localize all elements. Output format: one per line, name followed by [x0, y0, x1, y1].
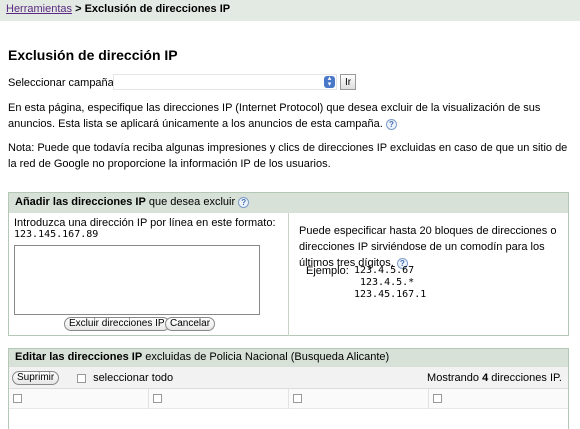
- select-all-label: seleccionar todo: [93, 372, 174, 384]
- exclude-ip-button[interactable]: Excluir direcciones IP: [64, 317, 170, 331]
- ip-cell: [149, 389, 289, 409]
- campaign-row: Seleccionar campaña:: [8, 75, 117, 91]
- help-icon[interactable]: ?: [238, 196, 250, 208]
- example-ip: 123.4.5.*: [360, 277, 415, 288]
- edit-ip-title-rest: excluidas de Policia Nacional (Busqueda …: [142, 351, 390, 363]
- go-button[interactable]: Ir: [340, 74, 356, 90]
- breadcrumb-link-herramientas[interactable]: Herramientas: [6, 3, 72, 15]
- ip-checkbox[interactable]: [153, 394, 162, 403]
- edit-ip-panel: Editar las direcciones IP excluidas de P…: [8, 348, 569, 429]
- page-title: Exclusión de dirección IP: [8, 47, 178, 63]
- example-label: Ejemplo:: [306, 265, 349, 277]
- ip-checkbox[interactable]: [433, 394, 442, 403]
- add-ip-panel: Añadir las direcciones IP que desea excl…: [8, 192, 569, 336]
- ip-address-textarea[interactable]: [14, 245, 260, 315]
- add-ip-info: Puede especificar hasta 20 bloques de di…: [299, 223, 564, 271]
- help-icon[interactable]: ?: [385, 118, 397, 130]
- ip-checkbox[interactable]: [293, 394, 302, 403]
- cancel-button[interactable]: Cancelar: [165, 317, 216, 331]
- edit-ip-title-bold: Editar las direcciones IP: [15, 351, 143, 363]
- example-ip: 123.4.5.67: [354, 265, 415, 276]
- example-ip: 123.45.167.1: [354, 289, 427, 300]
- select-all-checkbox[interactable]: [77, 373, 86, 383]
- campaign-select[interactable]: ▴ ▾: [113, 74, 337, 90]
- add-ip-panel-header: Añadir las direcciones IP que desea excl…: [9, 193, 568, 213]
- ip-checkbox[interactable]: [13, 394, 22, 403]
- showing-prefix: Mostrando: [427, 372, 483, 384]
- intro-body: En esta página, especifique las direccio…: [8, 102, 541, 130]
- edit-toolbar: Suprimir seleccionar todo Mostrando 4 di…: [9, 367, 568, 389]
- select-all[interactable]: seleccionar todo: [77, 372, 173, 384]
- showing-count-text: Mostrando 4 direcciones IP.: [427, 372, 562, 384]
- format-example: 123.145.167.89: [14, 229, 99, 240]
- example-block: Ejemplo: 123.4.5.67 123.4.5.* 123.45.167…: [306, 265, 426, 300]
- select-stepper-icon: ▴ ▾: [324, 75, 335, 88]
- ip-cell: [9, 389, 149, 409]
- delete-button[interactable]: Suprimir: [12, 371, 60, 385]
- ip-cell: [289, 389, 429, 409]
- breadcrumb: Herramientas > Exclusión de direcciones …: [0, 0, 580, 21]
- add-ip-title-rest: que desea excluir: [145, 196, 236, 208]
- add-ip-info-text: Puede especificar hasta 20 bloques de di…: [299, 225, 557, 269]
- ip-cell: [429, 389, 568, 409]
- campaign-label: Seleccionar campaña:: [8, 77, 117, 89]
- ip-row: [9, 389, 568, 409]
- breadcrumb-current: Exclusión de direcciones IP: [84, 3, 231, 15]
- showing-suffix: direcciones IP.: [488, 372, 562, 384]
- intro-text: En esta página, especifique las direccio…: [8, 100, 576, 132]
- format-instruction: Introduzca una dirección IP por línea en…: [14, 217, 276, 229]
- breadcrumb-separator: >: [75, 3, 82, 15]
- edit-ip-panel-header: Editar las direcciones IP excluidas de P…: [9, 349, 568, 367]
- note-text: Nota: Puede que todavía reciba algunas i…: [8, 142, 568, 170]
- add-ip-title-bold: Añadir las direcciones IP: [15, 196, 146, 208]
- example-ip-list: 123.4.5.67 123.4.5.* 123.45.167.1: [354, 265, 426, 301]
